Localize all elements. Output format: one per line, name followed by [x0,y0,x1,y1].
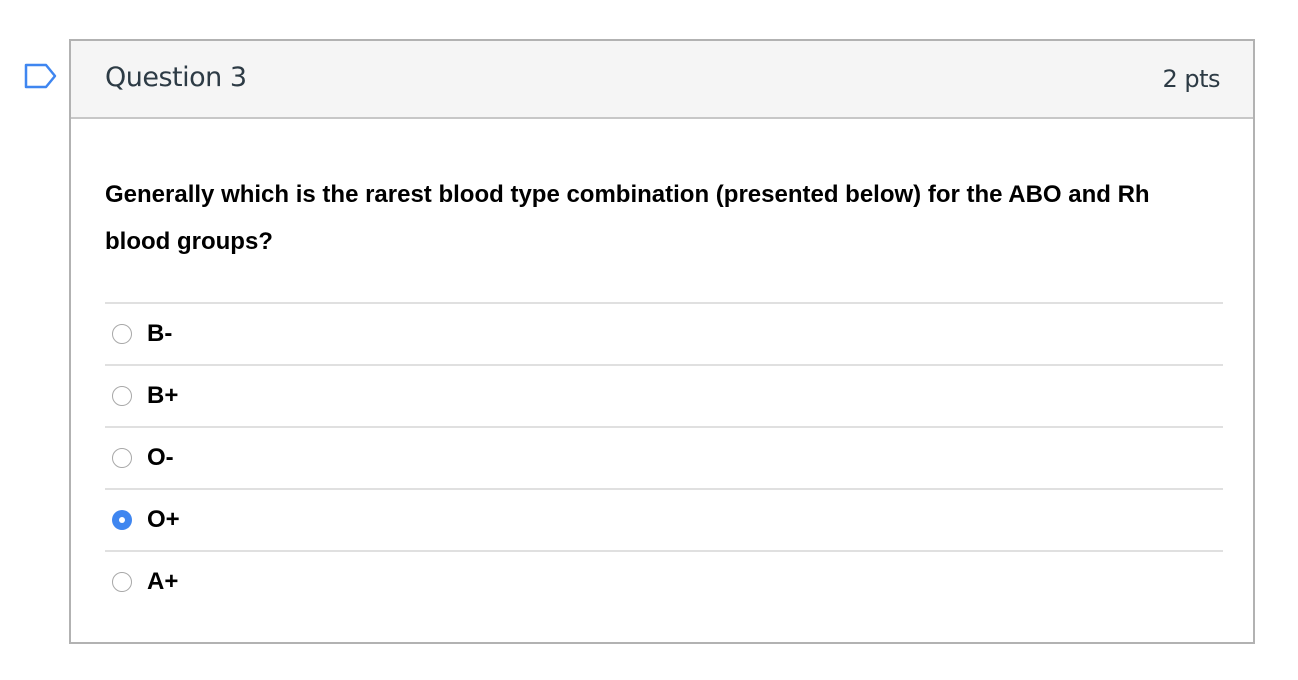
answer-option[interactable]: O- [105,426,1223,488]
radio-button[interactable] [112,448,132,468]
question-header: Question 3 2 pts [71,41,1253,119]
answer-label[interactable]: O- [147,444,174,472]
question-title: Question 3 [105,62,247,93]
question-card: Question 3 2 pts Generally which is the … [69,39,1255,644]
question-points: 2 pts [1162,65,1220,93]
flag-question-icon[interactable] [24,63,58,89]
answer-label[interactable]: B- [147,320,172,348]
answer-label[interactable]: O+ [147,506,180,534]
radio-button[interactable] [112,386,132,406]
question-text: Generally which is the rarest blood type… [105,181,1150,255]
answer-option[interactable]: O+ [105,488,1223,550]
answer-label[interactable]: B+ [147,382,178,410]
answer-list: B- B+ O- O+ A+ [105,302,1223,612]
answer-option[interactable]: B+ [105,364,1223,426]
radio-button[interactable] [112,510,132,530]
answer-label[interactable]: A+ [147,568,178,596]
radio-button[interactable] [112,572,132,592]
radio-button[interactable] [112,324,132,344]
answer-option[interactable]: B- [105,302,1223,364]
answer-option[interactable]: A+ [105,550,1223,612]
